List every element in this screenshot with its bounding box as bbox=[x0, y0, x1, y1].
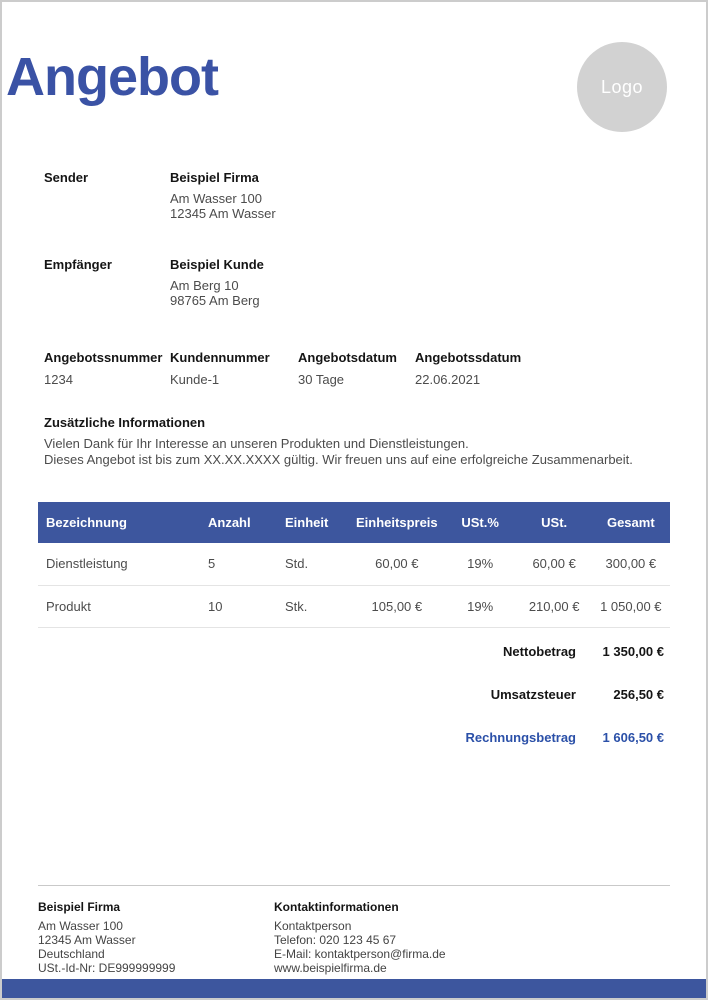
recipient-name: Beispiel Kunde bbox=[170, 257, 264, 272]
document-footer: Beispiel Firma Am Wasser 100 12345 Am Wa… bbox=[38, 885, 670, 975]
cell-description: Dienstleistung bbox=[38, 543, 202, 585]
logo-placeholder-text: Logo bbox=[601, 77, 643, 98]
footer-contact-heading: Kontaktinformationen bbox=[274, 900, 446, 914]
cell-total: 300,00 € bbox=[592, 543, 670, 585]
meta-label: Angebotsdatum bbox=[298, 350, 415, 365]
col-header-description: Bezeichnung bbox=[38, 502, 202, 543]
cell-unit-price: 60,00 € bbox=[350, 543, 444, 585]
meta-value: 22.06.2021 bbox=[415, 372, 670, 387]
cell-vat: 60,00 € bbox=[517, 543, 592, 585]
recipient-block: Empfänger Beispiel Kunde Am Berg 10 9876… bbox=[44, 257, 670, 308]
line-items-table: Bezeichnung Anzahl Einheit Einheitspreis… bbox=[38, 502, 670, 628]
cell-total: 1 050,00 € bbox=[592, 585, 670, 627]
footer-company-heading: Beispiel Firma bbox=[38, 900, 274, 914]
footer-company-line: Am Wasser 100 bbox=[38, 919, 274, 933]
grand-total-label: Rechnungsbetrag bbox=[465, 730, 576, 745]
cell-quantity: 10 bbox=[202, 585, 279, 627]
totals-section: Nettobetrag 1 350,00 € Umsatzsteuer 256,… bbox=[38, 644, 670, 745]
recipient-address: Am Berg 10 98765 Am Berg bbox=[170, 278, 264, 308]
cell-description: Produkt bbox=[38, 585, 202, 627]
meta-quote-number: Angebotssnummer 1234 bbox=[44, 350, 170, 387]
cell-vat-percent: 19% bbox=[444, 543, 517, 585]
meta-quote-date: Angebotssdatum 22.06.2021 bbox=[415, 350, 670, 387]
footer-contact-website: www.beispielfirma.de bbox=[274, 961, 446, 975]
sender-name: Beispiel Firma bbox=[170, 170, 276, 185]
quote-document-page: Angebot Logo Sender Beispiel Firma Am Wa… bbox=[0, 0, 708, 1000]
table-row: Produkt 10 Stk. 105,00 € 19% 210,00 € 1 … bbox=[38, 585, 670, 627]
sender-block: Sender Beispiel Firma Am Wasser 100 1234… bbox=[44, 170, 670, 221]
vat-total-label: Umsatzsteuer bbox=[491, 687, 576, 702]
additional-info-heading: Zusätzliche Informationen bbox=[44, 415, 670, 430]
col-header-quantity: Anzahl bbox=[202, 502, 279, 543]
quote-meta-row: Angebotssnummer 1234 Kundennummer Kunde-… bbox=[38, 350, 670, 387]
additional-info-line: Vielen Dank für Ihr Interesse an unseren… bbox=[44, 436, 670, 452]
sender-address-line: 12345 Am Wasser bbox=[170, 206, 276, 221]
col-header-vat: USt. bbox=[517, 502, 592, 543]
bottom-accent-bar bbox=[0, 979, 708, 1000]
table-header-row: Bezeichnung Anzahl Einheit Einheitspreis… bbox=[38, 502, 670, 543]
cell-vat-percent: 19% bbox=[444, 585, 517, 627]
footer-company-line: Deutschland bbox=[38, 947, 274, 961]
net-total-row: Nettobetrag 1 350,00 € bbox=[38, 644, 670, 659]
footer-contact-person: Kontaktperson bbox=[274, 919, 446, 933]
additional-info-section: Zusätzliche Informationen Vielen Dank fü… bbox=[38, 415, 670, 468]
recipient-address-line: 98765 Am Berg bbox=[170, 293, 264, 308]
meta-label: Angebotssdatum bbox=[415, 350, 670, 365]
footer-company-line: 12345 Am Wasser bbox=[38, 933, 274, 947]
footer-contact-email: E-Mail: kontaktperson@firma.de bbox=[274, 947, 446, 961]
meta-quote-validity: Angebotsdatum 30 Tage bbox=[298, 350, 415, 387]
recipient-label: Empfänger bbox=[44, 257, 170, 308]
vat-total-value: 256,50 € bbox=[576, 687, 670, 702]
recipient-details: Beispiel Kunde Am Berg 10 98765 Am Berg bbox=[170, 257, 264, 308]
meta-customer-number: Kundennummer Kunde-1 bbox=[170, 350, 298, 387]
footer-contact-phone: Telefon: 020 123 45 67 bbox=[274, 933, 446, 947]
col-header-total: Gesamt bbox=[592, 502, 670, 543]
cell-quantity: 5 bbox=[202, 543, 279, 585]
col-header-unit-price: Einheitspreis bbox=[350, 502, 444, 543]
meta-value: 30 Tage bbox=[298, 372, 415, 387]
meta-value: 1234 bbox=[44, 372, 170, 387]
grand-total-row: Rechnungsbetrag 1 606,50 € bbox=[38, 730, 670, 745]
cell-unit: Stk. bbox=[279, 585, 350, 627]
sender-details: Beispiel Firma Am Wasser 100 12345 Am Wa… bbox=[170, 170, 276, 221]
net-total-label: Nettobetrag bbox=[503, 644, 576, 659]
footer-company-column: Beispiel Firma Am Wasser 100 12345 Am Wa… bbox=[38, 900, 274, 975]
footer-contact-column: Kontaktinformationen Kontaktperson Telef… bbox=[274, 900, 446, 975]
additional-info-line: Dieses Angebot ist bis zum XX.XX.XXXX gü… bbox=[44, 452, 670, 468]
net-total-value: 1 350,00 € bbox=[576, 644, 670, 659]
sender-label: Sender bbox=[44, 170, 170, 221]
table-row: Dienstleistung 5 Std. 60,00 € 19% 60,00 … bbox=[38, 543, 670, 585]
recipient-address-line: Am Berg 10 bbox=[170, 278, 264, 293]
vat-total-row: Umsatzsteuer 256,50 € bbox=[38, 687, 670, 702]
parties-section: Sender Beispiel Firma Am Wasser 100 1234… bbox=[38, 170, 670, 308]
sender-address: Am Wasser 100 12345 Am Wasser bbox=[170, 191, 276, 221]
meta-label: Kundennummer bbox=[170, 350, 298, 365]
meta-value: Kunde-1 bbox=[170, 372, 298, 387]
col-header-unit: Einheit bbox=[279, 502, 350, 543]
col-header-vat-percent: USt.% bbox=[444, 502, 517, 543]
footer-company-line: USt.-Id-Nr: DE999999999 bbox=[38, 961, 274, 975]
cell-unit: Std. bbox=[279, 543, 350, 585]
grand-total-value: 1 606,50 € bbox=[576, 730, 670, 745]
sender-address-line: Am Wasser 100 bbox=[170, 191, 276, 206]
cell-unit-price: 105,00 € bbox=[350, 585, 444, 627]
cell-vat: 210,00 € bbox=[517, 585, 592, 627]
company-logo: Logo bbox=[577, 42, 667, 132]
meta-label: Angebotssnummer bbox=[44, 350, 170, 365]
